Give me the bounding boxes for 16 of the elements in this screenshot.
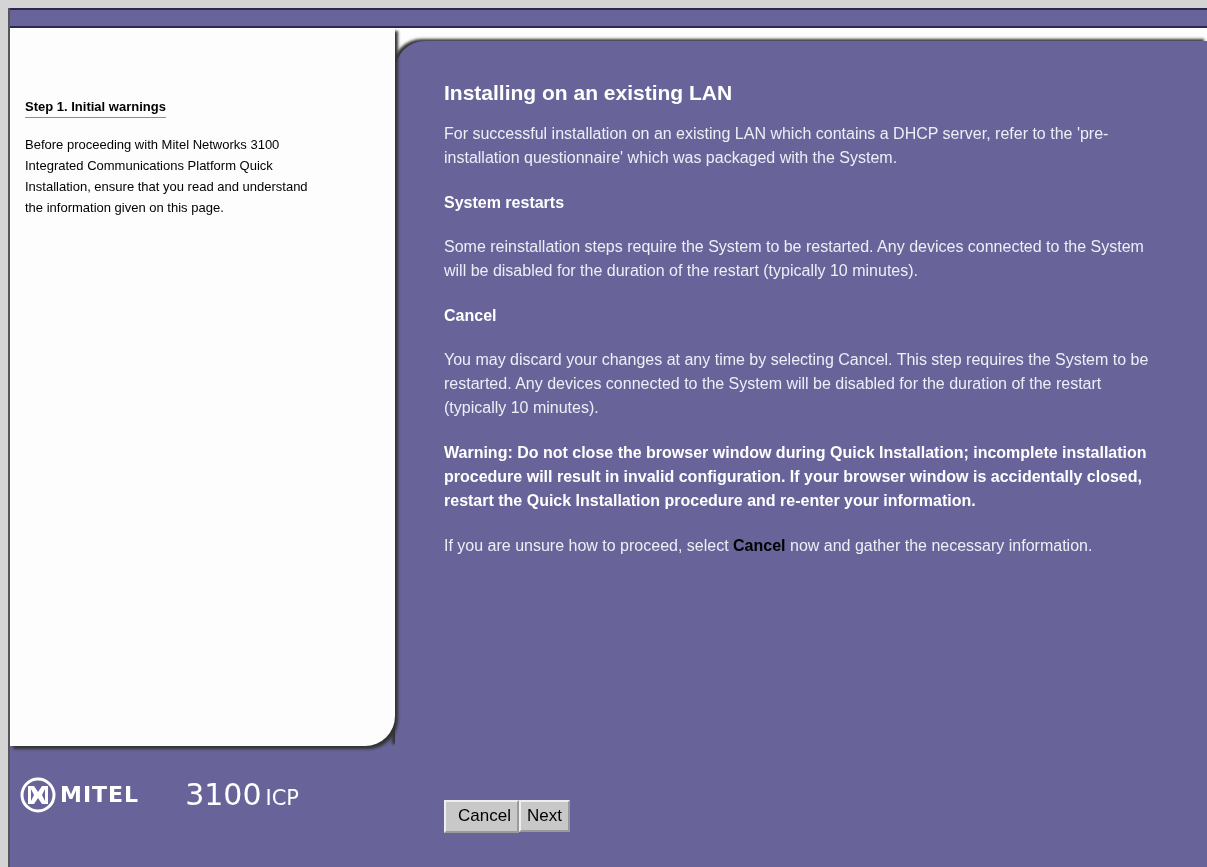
warning-text: Warning: Do not close the browser window during Quick Installation; incomplete installation procedure will result in invalid configuration. If your browser window is accidentally closed, restart the Quick Installation procedure and re-enter your information.	[444, 443, 1148, 511]
product-suffix: ICP	[265, 785, 300, 810]
paragraph: If you are unsure how to proceed, select Cancel now and gather the necessary information.	[444, 536, 1094, 556]
logo-icon	[20, 776, 56, 813]
brand-name: MITEL	[60, 782, 140, 807]
next-button[interactable]: Next	[518, 800, 570, 832]
step-title: Step 1. Initial warnings	[25, 99, 166, 118]
paragraph: For successful installation on an existing LAN which contains a DHCP server, refer to the 'pre-installation questionnaire' which was packaged with the System.	[444, 124, 1110, 168]
section-heading: System restarts	[444, 193, 566, 213]
page-title: Installing on an existing LAN	[444, 81, 734, 105]
paragraph: Some reinstallation steps require the System to be restarted. Any devices connected to the System will be disabled for the duration of the restart (typically 10 minutes).	[444, 237, 1145, 281]
section-heading: Cancel	[444, 306, 498, 326]
step-description: Before proceeding with Mitel Networks 3100 Integrated Communications Platform Quick Installation, ensure that you read and understand the information given on this page.	[25, 136, 309, 217]
cancel-button[interactable]: Cancel	[444, 800, 519, 833]
product-number: 3100	[185, 777, 262, 812]
paragraph: You may discard your changes at any time by selecting Cancel. This step requires the System to be restarted. Any devices connected to the System will be disabled for the duration of the restart (typically 10 minutes).	[444, 350, 1150, 418]
